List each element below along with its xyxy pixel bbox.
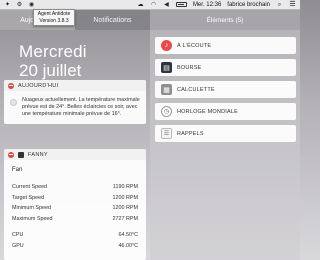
fan-title: Fan <box>12 167 23 173</box>
fan-row: Current Speed 1190 RPM <box>12 182 138 193</box>
widget-label: RAPPELS <box>177 130 204 137</box>
temp-row-value: 46.00°C <box>118 242 138 249</box>
stocks-icon: ▤ <box>161 62 172 73</box>
fan-row: Target Speed 1200 RPM <box>12 193 138 204</box>
tooltip: Agent Antidote Version 3.8.3 <box>33 9 75 26</box>
fanny-app-icon <box>18 151 24 158</box>
notification-center-tabs: Aujourd'hui Notifications <box>0 10 150 30</box>
today-section: AUJOURD'HUI Nuageux actuellement. La tem… <box>4 80 146 124</box>
remove-widget-icon[interactable] <box>8 151 14 158</box>
menubar-status-icons: ✦ ⚙ ◉ <box>4 2 35 8</box>
widget-label: CALCULETTE <box>177 86 215 93</box>
fanny-body: Fan Current Speed 1190 RPM Target Speed … <box>4 160 146 255</box>
fan-row: Maximum Speed 2727 RPM <box>12 214 138 225</box>
widget-list-panel: Éléments (5) ♪ À L'ÉCOUTE ▤ BOURSE ▦ CAL… <box>150 10 300 260</box>
battery-icon[interactable] <box>175 2 187 7</box>
fan-row-value: 1200 RPM <box>112 194 138 201</box>
tooltip-line-1: Agent Antidote <box>37 11 71 17</box>
volume-icon[interactable]: ◀ <box>163 2 170 8</box>
antidote-icon[interactable]: ◉ <box>28 2 35 8</box>
tooltip-line-2: Version 3.8.3 <box>39 18 69 24</box>
date-weekday: Mercredi <box>19 42 87 61</box>
music-icon: ♪ <box>161 40 172 51</box>
widget-label: À L'ÉCOUTE <box>177 42 212 49</box>
gear-icon[interactable]: ⚙ <box>16 2 23 8</box>
menubar-user[interactable]: fabrice brochain <box>227 2 270 8</box>
fanny-section-title: FANNY <box>28 151 48 158</box>
clock-icon: ◷ <box>161 106 172 117</box>
fan-row-value: 2727 RPM <box>112 215 138 222</box>
widget-item-horloge[interactable]: ◷ HORLOGE MONDIALE <box>155 103 296 120</box>
weather-summary: Nuageux actuellement. La température max… <box>4 91 146 124</box>
fan-row-label: Current Speed <box>12 184 48 191</box>
menubar-right: ☁ ◠ ◀ Mer. 12:36 fabrice brochain ⌕ ☰ <box>137 1 300 8</box>
search-icon[interactable]: ⌕ <box>276 2 283 8</box>
fanny-section: FANNY Fan Current Speed 1190 RPM Target … <box>4 149 146 260</box>
temp-row: GPU 46.00°C <box>12 241 138 252</box>
widget-label: BOURSE <box>177 64 202 71</box>
today-section-title: AUJOURD'HUI <box>18 82 59 89</box>
temp-row-label: GPU <box>12 242 24 249</box>
widget-item-rappels[interactable]: ☰ RAPPELS <box>155 125 296 142</box>
remove-widget-icon[interactable] <box>8 82 14 89</box>
date-day: 20 juillet <box>19 61 82 80</box>
weather-text: Nuageux actuellement. La température max… <box>22 97 140 117</box>
fan-row-value: 1200 RPM <box>112 205 138 212</box>
widget-list-title: Éléments (5) <box>150 10 300 30</box>
widget-label: HORLOGE MONDIALE <box>177 108 238 115</box>
fan-row-label: Minimum Speed <box>12 205 51 212</box>
fan-row-value: 1190 RPM <box>112 184 138 191</box>
list-icon[interactable]: ☰ <box>289 1 296 8</box>
widget-item-calculette[interactable]: ▦ CALCULETTE <box>155 81 296 98</box>
cloud-menu-icon[interactable]: ☁ <box>137 2 144 8</box>
dropbox-icon[interactable]: ✦ <box>4 2 11 8</box>
reminders-icon: ☰ <box>161 128 172 139</box>
widget-item-bourse[interactable]: ▤ BOURSE <box>155 59 296 76</box>
today-section-header: AUJOURD'HUI <box>4 80 146 91</box>
wifi-icon[interactable]: ◠ <box>150 2 157 8</box>
fan-row-label: Target Speed <box>12 194 45 201</box>
temp-row: CPU 64.50°C <box>12 230 138 241</box>
temp-row-value: 64.50°C <box>118 232 138 239</box>
widget-item-ecoute[interactable]: ♪ À L'ÉCOUTE <box>155 37 296 54</box>
date-block: Mercredi 20 juillet <box>19 42 87 80</box>
today-panel: Mercredi 20 juillet AUJOURD'HUI Nuageux … <box>0 30 150 260</box>
fan-row-label: Maximum Speed <box>12 215 53 222</box>
cloud-icon <box>10 99 17 106</box>
temp-row-label: CPU <box>12 232 24 239</box>
fan-row: Minimum Speed 1200 RPM <box>12 203 138 214</box>
tab-notifications[interactable]: Notifications <box>75 10 150 30</box>
calculator-icon: ▦ <box>161 84 172 95</box>
menubar-clock[interactable]: Mer. 12:36 <box>193 2 221 8</box>
fanny-section-header: FANNY <box>4 149 146 160</box>
